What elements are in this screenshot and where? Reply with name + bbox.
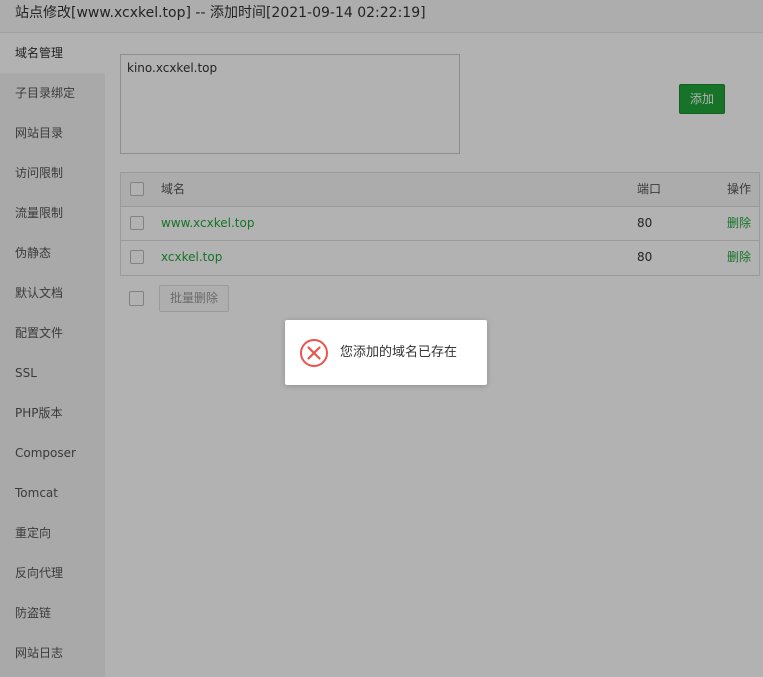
error-circle-icon bbox=[300, 339, 328, 367]
error-message-text: 您添加的域名已存在 bbox=[340, 345, 458, 360]
error-message-toast: 您添加的域名已存在 bbox=[285, 320, 487, 385]
